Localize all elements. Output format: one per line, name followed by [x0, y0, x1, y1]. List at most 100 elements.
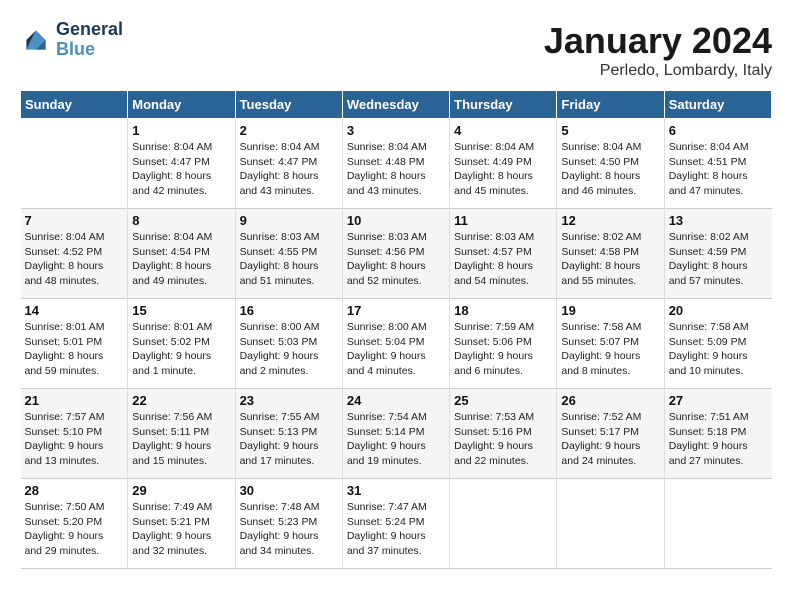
day-info: Sunrise: 7:54 AM Sunset: 5:14 PM Dayligh…: [347, 410, 445, 469]
calendar-day-1: 1 Sunrise: 8:04 AM Sunset: 4:47 PM Daylig…: [128, 119, 235, 209]
day-info: Sunrise: 7:59 AM Sunset: 5:06 PM Dayligh…: [454, 320, 552, 379]
day-info: Sunrise: 7:55 AM Sunset: 5:13 PM Dayligh…: [240, 410, 338, 469]
calendar-day-25: 25 Sunrise: 7:53 AM Sunset: 5:16 PM Dayli…: [450, 389, 557, 479]
calendar-week-row: 21 Sunrise: 7:57 AM Sunset: 5:10 PM Dayli…: [21, 389, 772, 479]
calendar-week-row: 14 Sunrise: 8:01 AM Sunset: 5:01 PM Dayli…: [21, 299, 772, 389]
calendar-day-20: 20 Sunrise: 7:58 AM Sunset: 5:09 PM Dayli…: [664, 299, 771, 389]
day-number: 3: [347, 123, 445, 138]
day-number: 29: [132, 483, 230, 498]
day-info: Sunrise: 7:52 AM Sunset: 5:17 PM Dayligh…: [561, 410, 659, 469]
day-info: Sunrise: 7:57 AM Sunset: 5:10 PM Dayligh…: [25, 410, 124, 469]
day-info: Sunrise: 8:03 AM Sunset: 4:55 PM Dayligh…: [240, 230, 338, 289]
calendar-day-9: 9Sunrise: 8:03 AM Sunset: 4:55 PM Daylig…: [235, 209, 342, 299]
calendar-day-3: 3Sunrise: 8:04 AM Sunset: 4:48 PM Daylig…: [342, 119, 449, 209]
day-number: 20: [669, 303, 768, 318]
day-info: Sunrise: 8:03 AM Sunset: 4:57 PM Dayligh…: [454, 230, 552, 289]
day-info: Sunrise: 7:50 AM Sunset: 5:20 PM Dayligh…: [25, 500, 124, 559]
calendar-day-24: 24Sunrise: 7:54 AM Sunset: 5:14 PM Dayli…: [342, 389, 449, 479]
day-number: 4: [454, 123, 552, 138]
page-header: General Blue January 2024 Perledo, Lomba…: [20, 20, 772, 80]
day-info: Sunrise: 8:04 AM Sunset: 4:50 PM Dayligh…: [561, 140, 659, 199]
calendar-day-27: 27 Sunrise: 7:51 AM Sunset: 5:18 PM Dayli…: [664, 389, 771, 479]
day-number: 15: [132, 303, 230, 318]
day-info: Sunrise: 8:01 AM Sunset: 5:01 PM Dayligh…: [25, 320, 124, 379]
calendar-day-18: 18Sunrise: 7:59 AM Sunset: 5:06 PM Dayli…: [450, 299, 557, 389]
calendar-day-14: 14 Sunrise: 8:01 AM Sunset: 5:01 PM Dayli…: [21, 299, 128, 389]
calendar-day-26: 26 Sunrise: 7:52 AM Sunset: 5:17 PM Dayli…: [557, 389, 664, 479]
calendar-day-5: 5Sunrise: 8:04 AM Sunset: 4:50 PM Daylig…: [557, 119, 664, 209]
day-info: Sunrise: 8:04 AM Sunset: 4:51 PM Dayligh…: [669, 140, 768, 199]
calendar-day-7: 7 Sunrise: 8:04 AM Sunset: 4:52 PM Daylig…: [21, 209, 128, 299]
day-number: 25: [454, 393, 552, 408]
day-number: 17: [347, 303, 445, 318]
day-number: 14: [25, 303, 124, 318]
calendar-week-row: 28 Sunrise: 7:50 AM Sunset: 5:20 PM Dayli…: [21, 479, 772, 569]
day-number: 23: [240, 393, 338, 408]
logo-line1: General: [56, 20, 123, 40]
day-number: 1: [132, 123, 230, 138]
calendar-day-17: 17 Sunrise: 8:00 AM Sunset: 5:04 PM Dayli…: [342, 299, 449, 389]
day-info: Sunrise: 8:04 AM Sunset: 4:49 PM Dayligh…: [454, 140, 552, 199]
day-number: 28: [25, 483, 124, 498]
calendar-empty: [450, 479, 557, 569]
day-info: Sunrise: 7:51 AM Sunset: 5:18 PM Dayligh…: [669, 410, 768, 469]
day-info: Sunrise: 7:47 AM Sunset: 5:24 PM Dayligh…: [347, 500, 445, 559]
day-info: Sunrise: 8:02 AM Sunset: 4:59 PM Dayligh…: [669, 230, 768, 289]
logo-line2: Blue: [56, 39, 95, 59]
day-number: 21: [25, 393, 124, 408]
calendar-day-22: 22Sunrise: 7:56 AM Sunset: 5:11 PM Dayli…: [128, 389, 235, 479]
day-number: 26: [561, 393, 659, 408]
header-saturday: Saturday: [664, 91, 771, 119]
day-number: 30: [240, 483, 338, 498]
day-number: 2: [240, 123, 338, 138]
calendar-empty: [664, 479, 771, 569]
day-number: 6: [669, 123, 768, 138]
logo: General Blue: [20, 20, 123, 60]
day-info: Sunrise: 8:04 AM Sunset: 4:47 PM Dayligh…: [132, 140, 230, 199]
header-tuesday: Tuesday: [235, 91, 342, 119]
calendar-day-10: 10Sunrise: 8:03 AM Sunset: 4:56 PM Dayli…: [342, 209, 449, 299]
day-info: Sunrise: 8:00 AM Sunset: 5:04 PM Dayligh…: [347, 320, 445, 379]
logo-icon: [20, 24, 52, 56]
calendar-day-2: 2 Sunrise: 8:04 AM Sunset: 4:47 PM Daylig…: [235, 119, 342, 209]
day-info: Sunrise: 8:04 AM Sunset: 4:54 PM Dayligh…: [132, 230, 230, 289]
calendar-week-row: 7 Sunrise: 8:04 AM Sunset: 4:52 PM Daylig…: [21, 209, 772, 299]
day-number: 22: [132, 393, 230, 408]
day-info: Sunrise: 8:04 AM Sunset: 4:52 PM Dayligh…: [25, 230, 124, 289]
day-info: Sunrise: 7:48 AM Sunset: 5:23 PM Dayligh…: [240, 500, 338, 559]
calendar-table: SundayMondayTuesdayWednesdayThursdayFrid…: [20, 90, 772, 569]
day-number: 13: [669, 213, 768, 228]
calendar-day-12: 12Sunrise: 8:02 AM Sunset: 4:58 PM Dayli…: [557, 209, 664, 299]
calendar-day-23: 23 Sunrise: 7:55 AM Sunset: 5:13 PM Dayli…: [235, 389, 342, 479]
day-info: Sunrise: 8:03 AM Sunset: 4:56 PM Dayligh…: [347, 230, 445, 289]
calendar-empty: [21, 119, 128, 209]
header-thursday: Thursday: [450, 91, 557, 119]
calendar-header-row: SundayMondayTuesdayWednesdayThursdayFrid…: [21, 91, 772, 119]
day-number: 27: [669, 393, 768, 408]
day-info: Sunrise: 7:53 AM Sunset: 5:16 PM Dayligh…: [454, 410, 552, 469]
calendar-empty: [557, 479, 664, 569]
day-number: 19: [561, 303, 659, 318]
header-sunday: Sunday: [21, 91, 128, 119]
day-number: 16: [240, 303, 338, 318]
day-info: Sunrise: 8:01 AM Sunset: 5:02 PM Dayligh…: [132, 320, 230, 379]
calendar-day-19: 19 Sunrise: 7:58 AM Sunset: 5:07 PM Dayli…: [557, 299, 664, 389]
month-title: January 2024: [544, 20, 772, 62]
calendar-day-29: 29 Sunrise: 7:49 AM Sunset: 5:21 PM Dayli…: [128, 479, 235, 569]
day-info: Sunrise: 8:00 AM Sunset: 5:03 PM Dayligh…: [240, 320, 338, 379]
day-number: 11: [454, 213, 552, 228]
calendar-day-16: 16 Sunrise: 8:00 AM Sunset: 5:03 PM Dayli…: [235, 299, 342, 389]
day-info: Sunrise: 7:58 AM Sunset: 5:07 PM Dayligh…: [561, 320, 659, 379]
day-number: 31: [347, 483, 445, 498]
day-info: Sunrise: 8:04 AM Sunset: 4:47 PM Dayligh…: [240, 140, 338, 199]
day-info: Sunrise: 7:49 AM Sunset: 5:21 PM Dayligh…: [132, 500, 230, 559]
header-wednesday: Wednesday: [342, 91, 449, 119]
header-monday: Monday: [128, 91, 235, 119]
calendar-week-row: 1 Sunrise: 8:04 AM Sunset: 4:47 PM Daylig…: [21, 119, 772, 209]
calendar-day-13: 13 Sunrise: 8:02 AM Sunset: 4:59 PM Dayli…: [664, 209, 771, 299]
calendar-day-8: 8Sunrise: 8:04 AM Sunset: 4:54 PM Daylig…: [128, 209, 235, 299]
day-number: 7: [25, 213, 124, 228]
calendar-day-31: 31 Sunrise: 7:47 AM Sunset: 5:24 PM Dayli…: [342, 479, 449, 569]
day-number: 12: [561, 213, 659, 228]
day-info: Sunrise: 7:58 AM Sunset: 5:09 PM Dayligh…: [669, 320, 768, 379]
